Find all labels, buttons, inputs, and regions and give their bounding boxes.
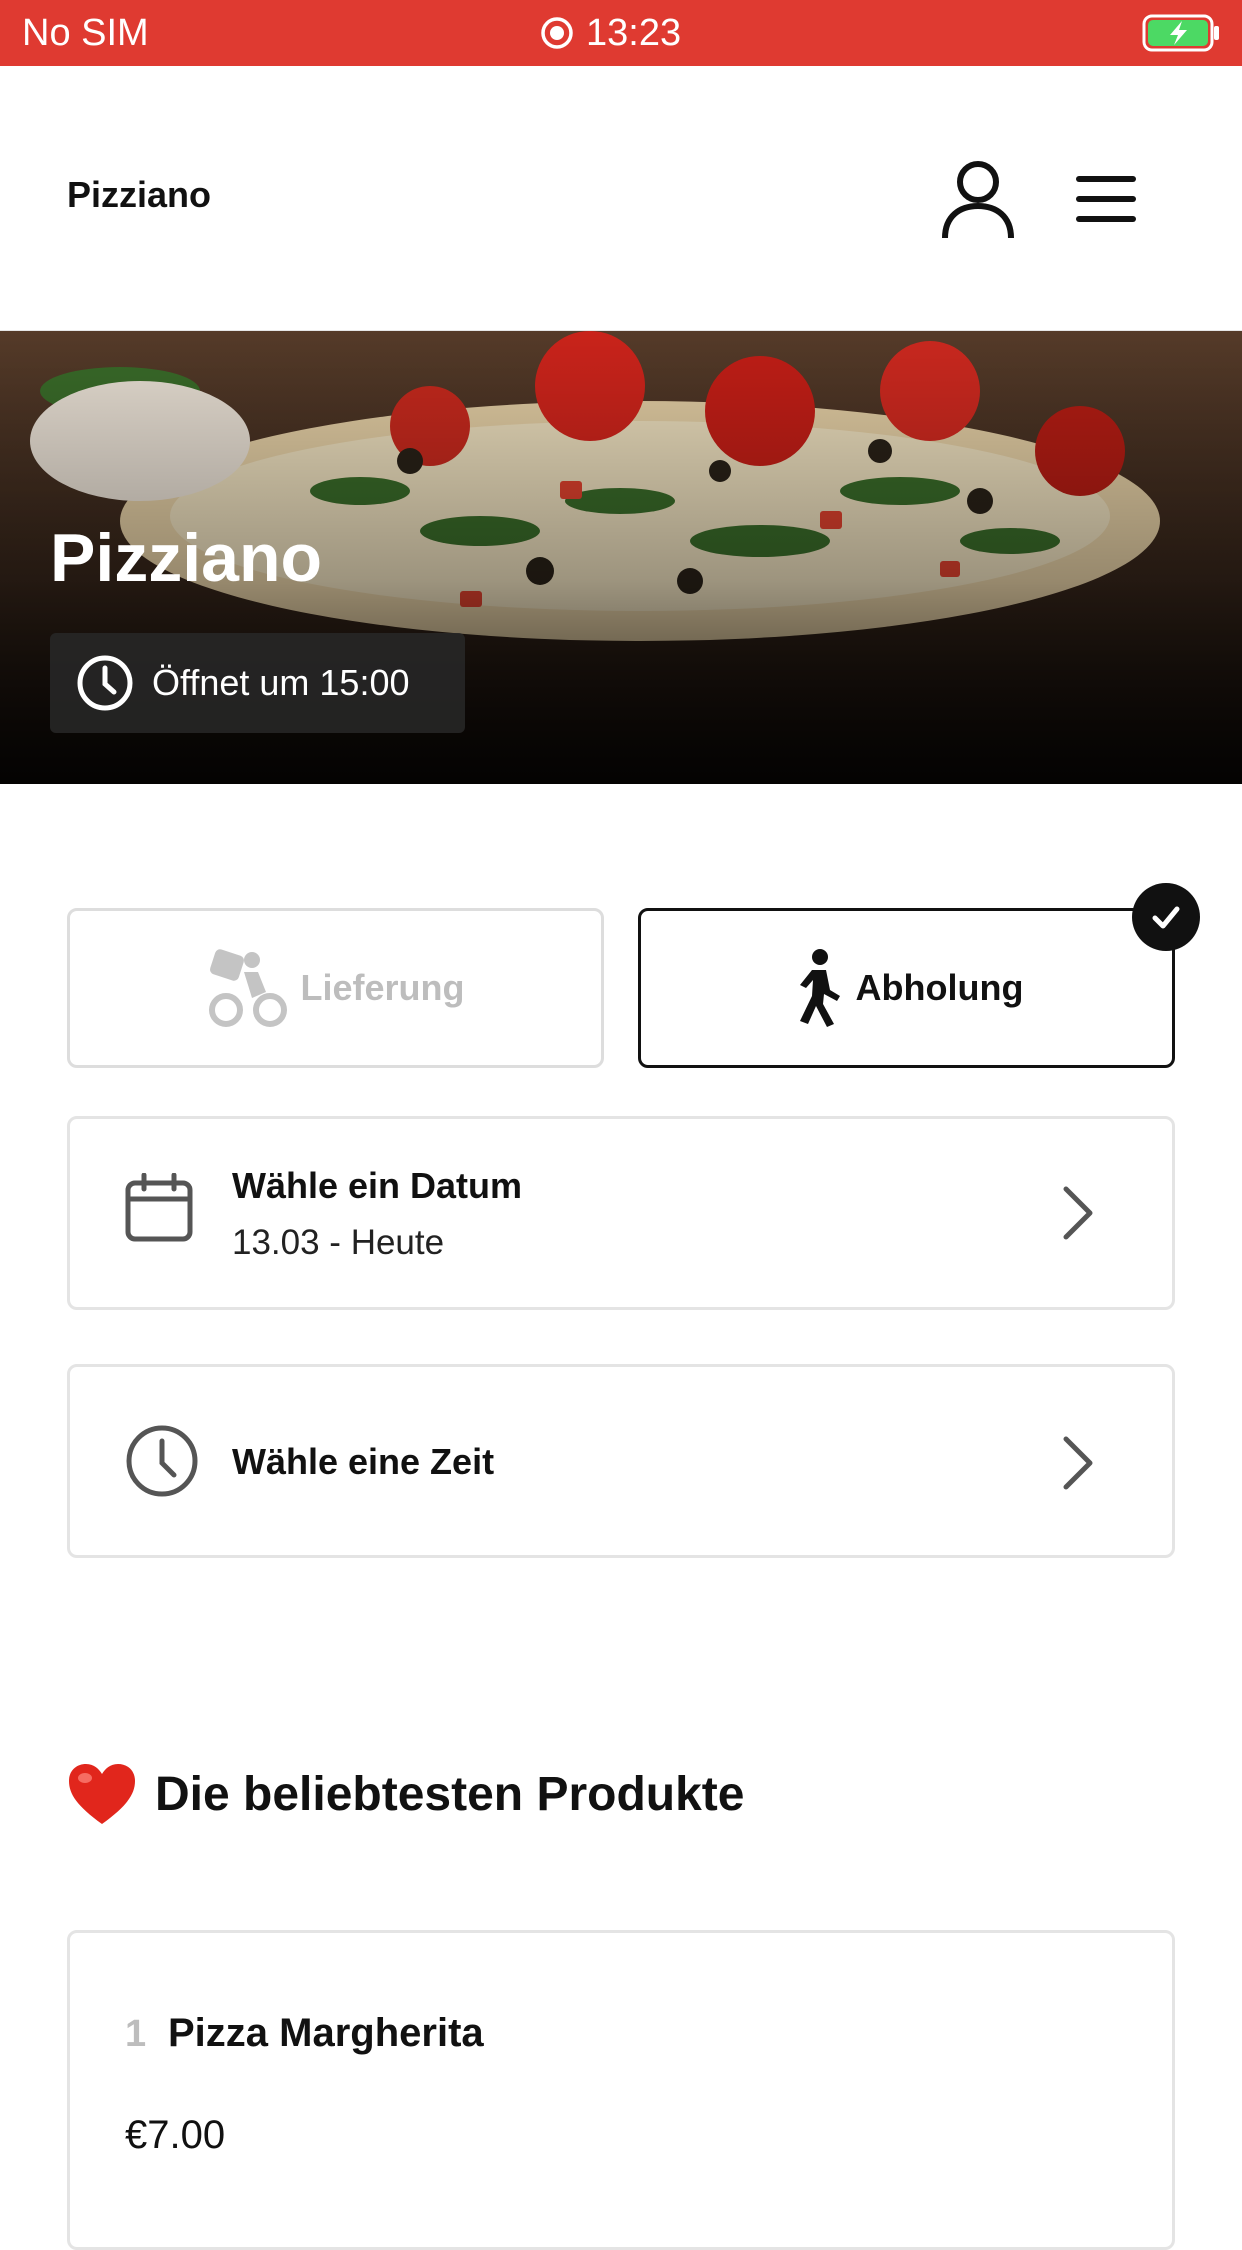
screen-record-icon bbox=[541, 17, 573, 49]
status-time-group: 13:23 bbox=[540, 10, 681, 56]
date-row-title: Wähle ein Datum bbox=[232, 1165, 523, 1206]
popular-section-title: Die beliebtesten Produkte bbox=[155, 1767, 745, 1821]
chevron-right-icon bbox=[1063, 1186, 1093, 1240]
selected-check-icon bbox=[1132, 883, 1200, 951]
product-card[interactable]: 1 Pizza Margherita €7.00 bbox=[67, 1930, 1175, 2250]
bike-delivery-icon bbox=[209, 949, 288, 1027]
walking-person-icon bbox=[799, 949, 840, 1027]
time-row-title: Wähle eine Zeit bbox=[232, 1441, 495, 1482]
pickup-option-label: Abholung bbox=[855, 967, 1024, 1008]
opening-hours-badge: Öffnet um 15:00 bbox=[50, 633, 465, 733]
calendar-icon bbox=[125, 1173, 193, 1242]
status-time: 13:23 bbox=[586, 11, 682, 54]
user-icon[interactable] bbox=[940, 158, 1016, 240]
product-price: €7.00 bbox=[125, 2113, 226, 2157]
restaurant-title: Pizziano bbox=[50, 520, 323, 596]
chevron-right-icon bbox=[1063, 1436, 1093, 1490]
heart-icon bbox=[69, 1764, 135, 1824]
date-picker-row[interactable]: Wähle ein Datum 13.03 - Heute bbox=[67, 1116, 1175, 1310]
app-header: Pizziano bbox=[0, 66, 1242, 332]
clock-icon bbox=[77, 655, 133, 711]
delivery-option-button[interactable]: Lieferung bbox=[67, 908, 604, 1068]
product-name: Pizza Margherita bbox=[168, 2011, 484, 2055]
delivery-option-label: Lieferung bbox=[300, 967, 465, 1008]
hamburger-menu-icon[interactable] bbox=[1076, 174, 1140, 224]
hero-banner: Pizziano Öffnet um 15:00 bbox=[0, 331, 1242, 784]
opening-hours-text: Öffnet um 15:00 bbox=[152, 662, 410, 703]
time-picker-row[interactable]: Wähle eine Zeit bbox=[67, 1364, 1175, 1558]
brand-name[interactable]: Pizziano bbox=[67, 174, 211, 216]
battery-charging-icon bbox=[1142, 14, 1219, 52]
product-rank: 1 bbox=[125, 2013, 147, 2055]
pickup-option-button[interactable]: Abholung bbox=[638, 908, 1175, 1068]
date-row-value: 13.03 - Heute bbox=[232, 1223, 445, 1262]
status-bar: No SIM 13:23 bbox=[0, 0, 1242, 66]
clock-icon bbox=[126, 1425, 198, 1497]
carrier-label: No SIM bbox=[22, 12, 149, 54]
popular-section-heading: Die beliebtesten Produkte bbox=[67, 1762, 744, 1826]
